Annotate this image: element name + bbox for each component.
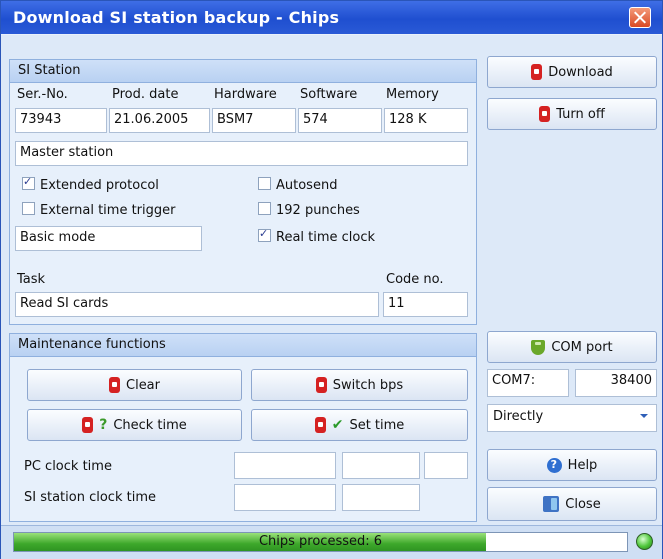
si-station-header: SI Station bbox=[10, 60, 476, 83]
plug-icon bbox=[531, 339, 546, 355]
check-time-label: Check time bbox=[113, 417, 187, 433]
extended-protocol-checkbox[interactable]: Extended protocol bbox=[22, 175, 159, 193]
station-type-field[interactable]: Master station bbox=[15, 141, 468, 166]
set-time-icon bbox=[314, 417, 326, 433]
si-station-group: SI Station Ser.-No. Prod. date Hardware … bbox=[9, 59, 477, 325]
192-punches-checkbox[interactable]: 192 punches bbox=[258, 202, 360, 218]
hardware-label: Hardware bbox=[214, 87, 277, 102]
prod-date-field[interactable]: 21.06.2005 bbox=[109, 108, 210, 133]
autosend-label: Autosend bbox=[276, 178, 338, 193]
code-no-field[interactable]: 11 bbox=[383, 292, 468, 317]
si-station-icon bbox=[539, 106, 551, 122]
extended-protocol-label: Extended protocol bbox=[40, 178, 159, 193]
checkbox-checked bbox=[258, 227, 271, 242]
question-icon: ? bbox=[99, 417, 108, 433]
hardware-field[interactable]: BSM7 bbox=[212, 108, 296, 133]
si-station-icon bbox=[109, 377, 120, 393]
external-time-trigger-label: External time trigger bbox=[40, 203, 176, 218]
task-field[interactable]: Read SI cards bbox=[15, 292, 379, 317]
status-led-icon bbox=[636, 533, 653, 550]
checkbox-checked bbox=[22, 175, 35, 190]
com-port-button[interactable]: COM port bbox=[487, 331, 657, 363]
checkmark-icon: ✔ bbox=[331, 417, 344, 433]
switch-bps-button[interactable]: Switch bps bbox=[251, 369, 468, 401]
set-time-label: Set time bbox=[349, 417, 405, 433]
si-clock-label: SI station clock time bbox=[24, 490, 156, 505]
help-button[interactable]: Help bbox=[487, 449, 657, 481]
checkbox-unchecked bbox=[258, 202, 271, 215]
chips-processed-text: Chips processed: 6 bbox=[258, 534, 383, 549]
autosend-checkbox[interactable]: Autosend bbox=[258, 177, 337, 193]
download-label: Download bbox=[548, 64, 613, 80]
download-button[interactable]: Download bbox=[487, 56, 657, 88]
si-station-icon bbox=[315, 377, 327, 393]
close-window-button[interactable] bbox=[629, 7, 651, 28]
si-station-icon bbox=[531, 64, 543, 80]
turn-off-label: Turn off bbox=[556, 106, 605, 122]
task-label: Task bbox=[17, 272, 46, 287]
clear-button[interactable]: Clear bbox=[27, 369, 242, 401]
si-station-title: SI Station bbox=[18, 63, 81, 78]
clear-label: Clear bbox=[126, 377, 160, 393]
help-icon bbox=[546, 457, 562, 473]
title-bar[interactable]: Download SI station backup - Chips bbox=[1, 1, 662, 34]
mode-field[interactable]: Basic mode bbox=[15, 226, 202, 251]
checkbox-unchecked bbox=[258, 177, 271, 190]
baud-rate-field[interactable]: 38400 bbox=[575, 369, 657, 397]
switch-bps-label: Switch bps bbox=[332, 377, 404, 393]
set-time-button[interactable]: ✔ Set time bbox=[251, 409, 468, 441]
memory-field[interactable]: 128 K bbox=[384, 108, 468, 133]
memory-label: Memory bbox=[386, 87, 439, 102]
turn-off-button[interactable]: Turn off bbox=[487, 98, 657, 130]
pc-time-field[interactable] bbox=[342, 452, 420, 479]
connection-value: Directly bbox=[493, 409, 544, 424]
status-bar: Chips processed: 6 bbox=[1, 525, 662, 559]
external-time-trigger-checkbox[interactable]: External time trigger bbox=[22, 202, 175, 218]
si-time-field[interactable] bbox=[342, 484, 420, 511]
real-time-clock-label: Real time clock bbox=[276, 230, 376, 245]
check-time-button[interactable]: ? Check time bbox=[27, 409, 242, 441]
port-name-field[interactable]: COM7: bbox=[487, 369, 569, 397]
maintenance-header: Maintenance functions bbox=[10, 334, 476, 357]
prod-date-label: Prod. date bbox=[112, 87, 179, 102]
serial-field[interactable]: 73943 bbox=[15, 108, 107, 133]
close-label: Close bbox=[565, 496, 601, 512]
window-title: Download SI station backup - Chips bbox=[13, 8, 340, 27]
dialog-body: SI Station Ser.-No. Prod. date Hardware … bbox=[1, 35, 662, 525]
maintenance-title: Maintenance functions bbox=[18, 337, 166, 352]
software-label: Software bbox=[300, 87, 358, 102]
maintenance-group: Maintenance functions Clear Switch bps ?… bbox=[9, 333, 477, 522]
pc-weekday-field[interactable] bbox=[424, 452, 468, 479]
close-button[interactable]: Close bbox=[487, 487, 657, 521]
checkbox-unchecked bbox=[22, 202, 35, 215]
software-field[interactable]: 574 bbox=[298, 108, 382, 133]
help-label: Help bbox=[567, 457, 598, 473]
pc-date-field[interactable] bbox=[234, 452, 336, 479]
192-punches-label: 192 punches bbox=[276, 203, 360, 218]
com-port-label: COM port bbox=[551, 339, 613, 355]
dialog-window: Download SI station backup - Chips SI St… bbox=[0, 0, 663, 559]
progress-bar: Chips processed: 6 bbox=[13, 532, 628, 552]
connection-select[interactable]: Directly bbox=[487, 404, 657, 432]
si-date-field[interactable] bbox=[234, 484, 336, 511]
exit-door-icon bbox=[543, 496, 560, 512]
chevron-down-icon bbox=[640, 414, 648, 418]
real-time-clock-checkbox[interactable]: Real time clock bbox=[258, 227, 376, 245]
code-no-label: Code no. bbox=[386, 272, 444, 287]
serial-label: Ser.-No. bbox=[17, 87, 68, 102]
pc-clock-label: PC clock time bbox=[24, 459, 112, 474]
check-time-icon bbox=[82, 417, 94, 433]
